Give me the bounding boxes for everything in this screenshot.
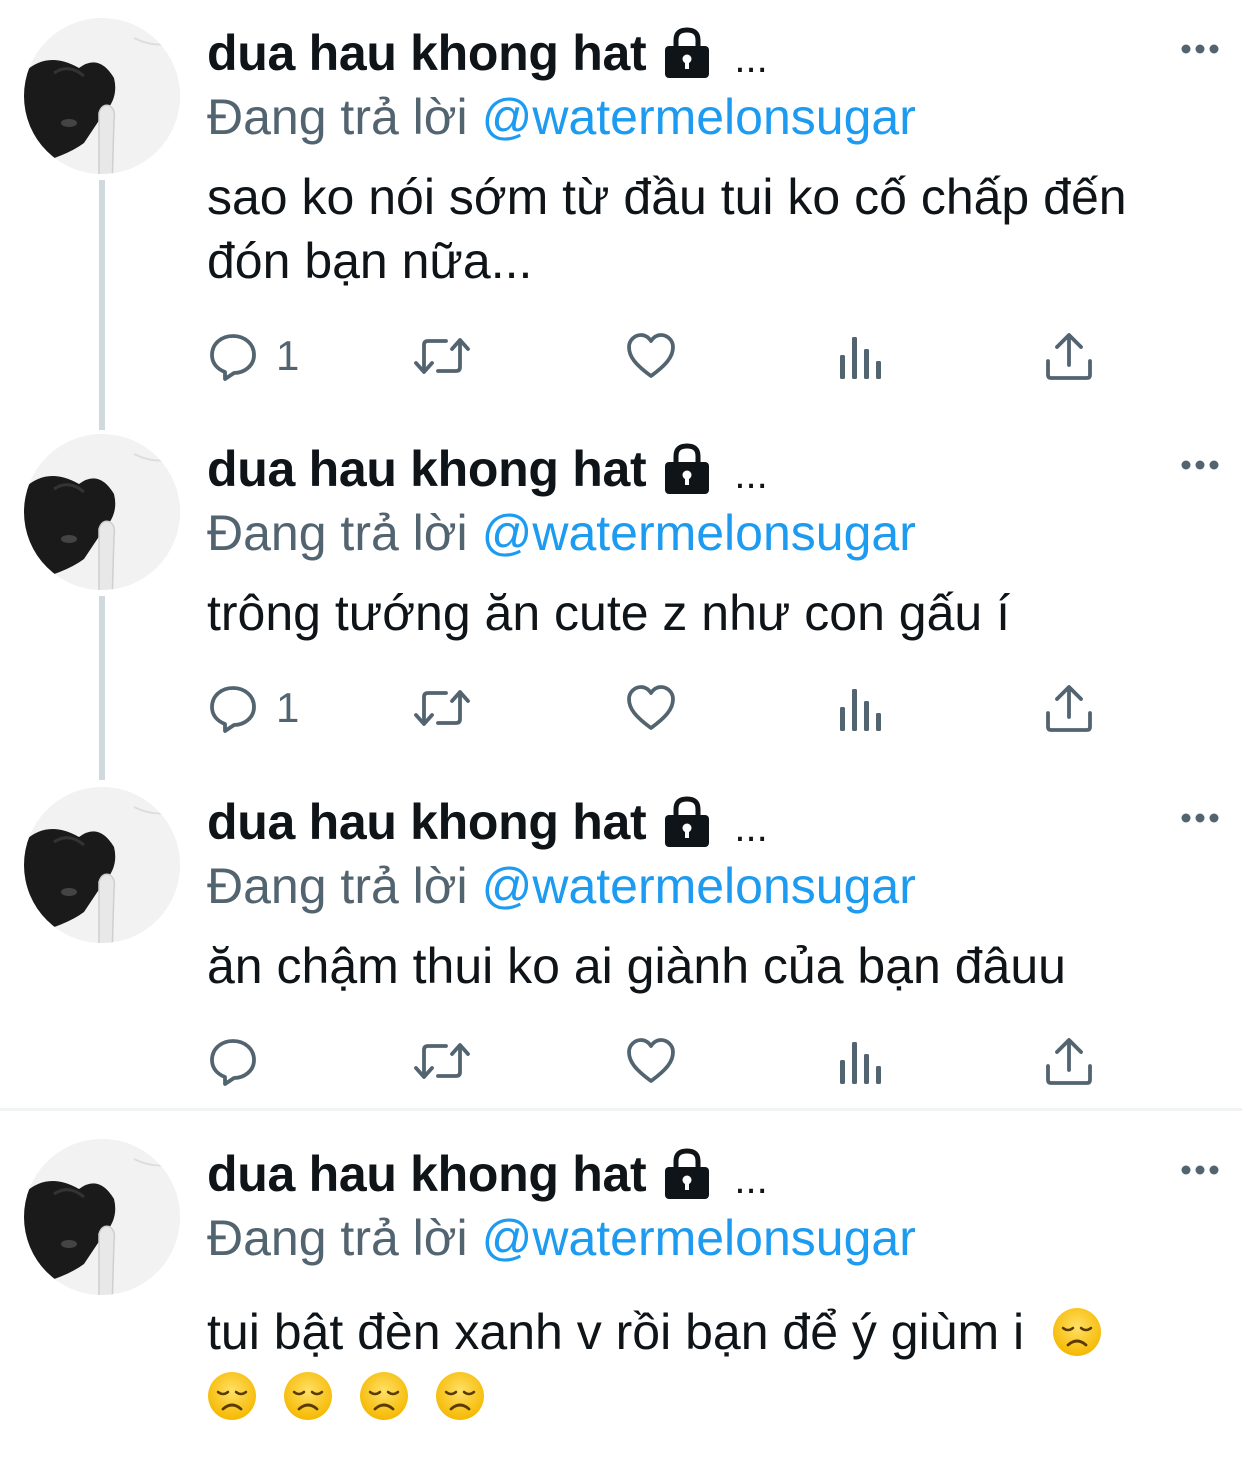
tweet-text-content: tui bật đèn xanh v rồi bạn để ý giùm i: [207, 1304, 1025, 1360]
user-name[interactable]: dua hau khong hat: [207, 440, 647, 498]
analytics-button[interactable]: [836, 678, 886, 738]
user-name[interactable]: dua hau khong hat: [207, 1145, 647, 1203]
disappointed-face-icon: [359, 1371, 409, 1421]
more-icon[interactable]: [1180, 43, 1220, 55]
action-bar: 1: [0, 678, 1242, 738]
like-button[interactable]: [626, 326, 676, 386]
analytics-icon: [836, 331, 886, 381]
share-button[interactable]: [1044, 1031, 1094, 1091]
analytics-icon: [836, 1036, 886, 1086]
analytics-button[interactable]: [836, 1031, 886, 1091]
name-truncation: ...: [734, 452, 768, 497]
reply-icon: [208, 1036, 258, 1086]
disappointed-face-icon: [435, 1371, 485, 1421]
retweet-button[interactable]: [412, 1031, 472, 1091]
user-name-row: dua hau khong hat ...: [207, 434, 768, 504]
action-bar: 1: [0, 326, 1242, 386]
replying-to: Đang trả lời @watermelonsugar: [207, 88, 916, 146]
replying-to: Đang trả lời @watermelonsugar: [207, 857, 916, 915]
reply-count: 1: [276, 684, 300, 731]
heart-icon: [626, 331, 676, 381]
lock-icon: [662, 442, 712, 496]
action-bar: [0, 1031, 1242, 1091]
tweet-text: tui bật đèn xanh v rồi bạn để ý giùm i: [207, 1300, 1197, 1428]
user-name[interactable]: dua hau khong hat: [207, 24, 647, 82]
disappointed-face-icon: [1052, 1307, 1102, 1357]
share-icon: [1044, 683, 1094, 733]
replying-to: Đang trả lời @watermelonsugar: [207, 1209, 916, 1267]
tweet-text: ăn chậm thui ko ai giành của bạn đâuu: [207, 938, 1066, 994]
avatar[interactable]: [24, 787, 180, 943]
retweet-button[interactable]: [412, 326, 472, 386]
reply-count: 1: [276, 332, 300, 379]
replying-to-handle[interactable]: @watermelonsugar: [482, 89, 916, 145]
avatar[interactable]: [24, 18, 180, 174]
tweet-text: sao ko nói sớm từ đầu tui ko cố chấp đến…: [207, 169, 1127, 289]
reply-icon: [208, 683, 258, 733]
analytics-button[interactable]: [836, 326, 886, 386]
replying-to-handle[interactable]: @watermelonsugar: [482, 505, 916, 561]
analytics-icon: [836, 683, 886, 733]
divider: [0, 1108, 1242, 1111]
replying-to-handle[interactable]: @watermelonsugar: [482, 1210, 916, 1266]
lock-icon: [662, 795, 712, 849]
tweet-text: trông tướng ăn cute z như con gấu í: [207, 585, 1011, 641]
user-name-row: dua hau khong hat ...: [207, 18, 768, 88]
avatar[interactable]: [24, 1139, 180, 1295]
replying-to-label: Đang trả lời: [207, 89, 468, 145]
replying-to: Đang trả lời @watermelonsugar: [207, 504, 916, 562]
disappointed-face-icon: [207, 1371, 257, 1421]
heart-icon: [626, 1036, 676, 1086]
share-button[interactable]: [1044, 326, 1094, 386]
tweet[interactable]: dua hau khong hat ... Đang trả lời @wate…: [0, 1135, 1242, 1463]
share-button[interactable]: [1044, 678, 1094, 738]
lock-icon: [662, 1147, 712, 1201]
reply-button[interactable]: 1: [208, 678, 299, 738]
replying-to-label: Đang trả lời: [207, 505, 468, 561]
name-truncation: ...: [734, 805, 768, 850]
share-icon: [1044, 331, 1094, 381]
replying-to-handle[interactable]: @watermelonsugar: [482, 858, 916, 914]
name-truncation: ...: [734, 1157, 768, 1202]
more-icon[interactable]: [1180, 812, 1220, 824]
reply-button[interactable]: 1: [208, 326, 299, 386]
retweet-button[interactable]: [412, 678, 472, 738]
retweet-icon: [412, 683, 472, 733]
heart-icon: [626, 683, 676, 733]
replying-to-label: Đang trả lời: [207, 1210, 468, 1266]
like-button[interactable]: [626, 678, 676, 738]
reply-button[interactable]: [208, 1031, 276, 1091]
more-icon[interactable]: [1180, 459, 1220, 471]
reply-icon: [208, 331, 258, 381]
avatar[interactable]: [24, 434, 180, 590]
lock-icon: [662, 26, 712, 80]
disappointed-face-icon: [283, 1371, 333, 1421]
retweet-icon: [412, 331, 472, 381]
user-name[interactable]: dua hau khong hat: [207, 793, 647, 851]
name-truncation: ...: [734, 36, 768, 81]
share-icon: [1044, 1036, 1094, 1086]
tweet[interactable]: dua hau khong hat ... Đang trả lời @wate…: [0, 783, 1242, 1103]
more-icon[interactable]: [1180, 1164, 1220, 1176]
retweet-icon: [412, 1036, 472, 1086]
user-name-row: dua hau khong hat ...: [207, 1139, 768, 1209]
user-name-row: dua hau khong hat ...: [207, 787, 768, 857]
like-button[interactable]: [626, 1031, 676, 1091]
tweet[interactable]: dua hau khong hat ... Đang trả lời @wate…: [0, 430, 1242, 770]
tweet[interactable]: dua hau khong hat ... Đang trả lời @wate…: [0, 0, 1242, 410]
replying-to-label: Đang trả lời: [207, 858, 468, 914]
